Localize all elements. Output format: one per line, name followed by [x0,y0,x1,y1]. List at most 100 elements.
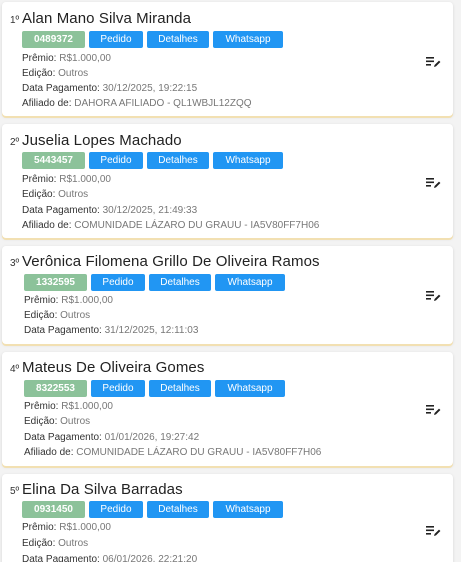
edicao-label: Edição: [22,189,56,200]
whatsapp-button[interactable]: Whatsapp [213,152,283,169]
premio-label: Prêmio: [22,53,57,64]
afiliado-value: COMUNIDADE LÁZARO DU GRAUU - IA5V80FF7H0… [74,220,320,231]
pedido-button[interactable]: Pedido [91,380,145,397]
winner-actions: 0931450 Pedido Detalhes Whatsapp [22,501,283,518]
winner-header: 2º Juselia Lopes Machado [10,132,182,149]
winner-rank: 4º [10,364,20,375]
afiliado-row: Afiliado de: COMUNIDADE LÁZARO DU GRAUU … [22,220,319,231]
ticket-id-badge: 1332595 [24,274,87,291]
pagamento-row: Data Pagamento: 30/12/2025, 21:49:33 [22,205,197,216]
pagamento-value: 30/12/2025, 21:49:33 [102,205,198,216]
winner-header: 5º Elina Da Silva Barradas [10,481,183,498]
premio-row: Prêmio: R$1.000,00 [24,401,113,412]
pedido-button[interactable]: Pedido [89,501,143,518]
winner-header: 1º Alan Mano Silva Miranda [10,10,191,27]
winner-name: Mateus De Oliveira Gomes [22,359,205,376]
pedido-button[interactable]: Pedido [89,152,143,169]
pagamento-value: 31/12/2025, 12:11:03 [104,325,199,336]
pagamento-value: 30/12/2025, 19:22:15 [102,83,198,94]
ticket-id-badge: 0931450 [22,501,85,518]
afiliado-row: Afiliado de: COMUNIDADE LÁZARO DU GRAUU … [24,447,321,458]
pagamento-label: Data Pagamento: [22,554,100,562]
ticket-id-badge: 5443457 [22,152,85,169]
premio-value: R$1.000,00 [61,401,113,412]
premio-value: R$1.000,00 [59,53,111,64]
afiliado-value: COMUNIDADE LÁZARO DU GRAUU - IA5V80FF7H0… [76,447,322,458]
edit-list-icon[interactable] [426,177,441,189]
edicao-label: Edição: [22,538,56,549]
winner-card: 5º Elina Da Silva Barradas 0931450 Pedid… [2,474,453,562]
winner-name: Alan Mano Silva Miranda [22,10,192,27]
winner-actions: 8322553 Pedido Detalhes Whatsapp [24,380,285,397]
detalhes-button[interactable]: Detalhes [147,152,209,169]
edicao-row: Edição: Outros [22,538,88,549]
pagamento-value: 01/01/2026, 19:27:42 [104,432,200,443]
winner-actions: 5443457 Pedido Detalhes Whatsapp [22,152,283,169]
pagamento-label: Data Pagamento: [24,432,102,443]
premio-row: Prêmio: R$1.000,00 [22,522,111,533]
premio-label: Prêmio: [22,522,57,533]
edicao-row: Edição: Outros [22,68,88,79]
pedido-button[interactable]: Pedido [91,274,145,291]
edit-list-icon[interactable] [426,56,441,68]
pagamento-row: Data Pagamento: 30/12/2025, 19:22:15 [22,83,197,94]
detalhes-button[interactable]: Detalhes [147,501,209,518]
premio-value: R$1.000,00 [61,295,113,306]
winner-rank: 1º [10,15,20,26]
premio-label: Prêmio: [22,174,57,185]
edit-list-icon[interactable] [426,404,441,416]
pagamento-row: Data Pagamento: 01/01/2026, 19:27:42 [24,432,199,443]
edicao-label: Edição: [22,68,56,79]
afiliado-row: Afiliado de: DAHORA AFILIADO - QL1WBJL12… [22,98,252,109]
detalhes-button[interactable]: Detalhes [147,31,209,48]
premio-row: Prêmio: R$1.000,00 [24,295,113,306]
winner-actions: 0489372 Pedido Detalhes Whatsapp [22,31,283,48]
afiliado-label: Afiliado de: [24,447,74,458]
ticket-id-badge: 8322553 [24,380,87,397]
winner-rank: 5º [10,486,20,497]
edicao-value: Outros [58,68,89,79]
winner-name: Verônica Filomena Grillo De Oliveira Ram… [22,253,320,270]
pagamento-label: Data Pagamento: [22,205,100,216]
winner-rank: 2º [10,137,20,148]
winner-actions: 1332595 Pedido Detalhes Whatsapp [24,274,285,291]
edit-list-icon[interactable] [426,290,441,302]
edicao-value: Outros [58,189,89,200]
winner-name: Juselia Lopes Machado [22,132,182,149]
pagamento-label: Data Pagamento: [22,83,100,94]
edicao-row: Edição: Outros [24,416,90,427]
whatsapp-button[interactable]: Whatsapp [215,380,285,397]
edicao-row: Edição: Outros [22,189,88,200]
winners-list: 1º Alan Mano Silva Miranda 0489372 Pedid… [0,0,461,562]
afiliado-label: Afiliado de: [22,220,72,231]
premio-label: Prêmio: [24,295,59,306]
detalhes-button[interactable]: Detalhes [149,380,211,397]
premio-value: R$1.000,00 [59,174,111,185]
edicao-label: Edição: [24,310,58,321]
edicao-value: Outros [60,310,91,321]
pagamento-row: Data Pagamento: 06/01/2026, 22:21:20 [22,554,197,562]
winner-card: 1º Alan Mano Silva Miranda 0489372 Pedid… [2,2,453,116]
premio-row: Prêmio: R$1.000,00 [22,53,111,64]
afiliado-label: Afiliado de: [22,98,72,109]
premio-row: Prêmio: R$1.000,00 [22,174,111,185]
winner-rank: 3º [10,258,20,269]
pedido-button[interactable]: Pedido [89,31,143,48]
pagamento-label: Data Pagamento: [24,325,102,336]
winner-card: 2º Juselia Lopes Machado 5443457 Pedido … [2,124,453,238]
premio-value: R$1.000,00 [59,522,111,533]
whatsapp-button[interactable]: Whatsapp [215,274,285,291]
ticket-id-badge: 0489372 [22,31,85,48]
winner-header: 3º Verônica Filomena Grillo De Oliveira … [10,253,320,270]
edicao-label: Edição: [24,416,58,427]
winner-header: 4º Mateus De Oliveira Gomes [10,359,204,376]
winner-card: 4º Mateus De Oliveira Gomes 8322553 Pedi… [2,352,453,466]
whatsapp-button[interactable]: Whatsapp [213,31,283,48]
edicao-value: Outros [60,416,91,427]
whatsapp-button[interactable]: Whatsapp [213,501,283,518]
afiliado-value: DAHORA AFILIADO - QL1WBJL12ZQQ [74,98,252,109]
pagamento-row: Data Pagamento: 31/12/2025, 12:11:03 [24,325,198,336]
edicao-value: Outros [58,538,89,549]
detalhes-button[interactable]: Detalhes [149,274,211,291]
edit-list-icon[interactable] [426,525,441,537]
